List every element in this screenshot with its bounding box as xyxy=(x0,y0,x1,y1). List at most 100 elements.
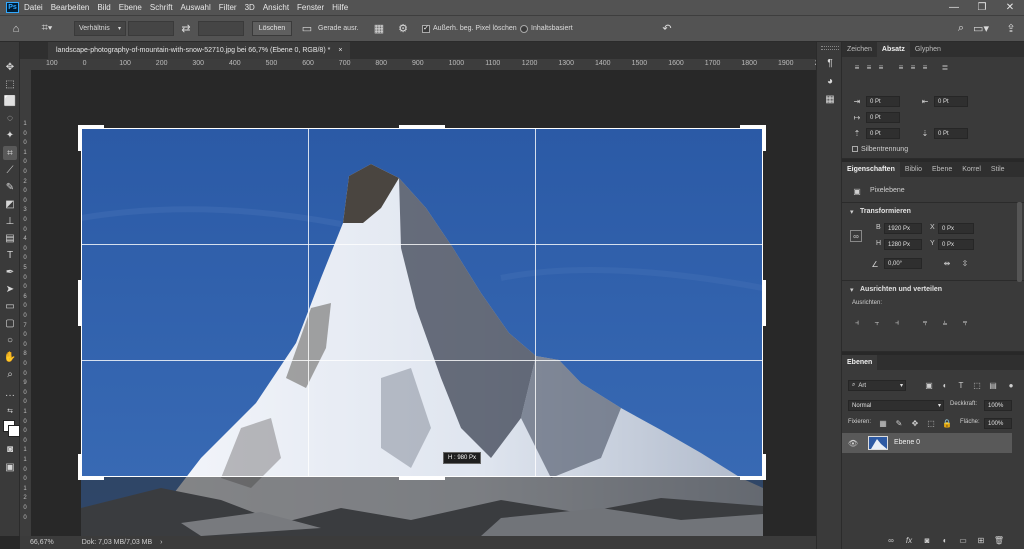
flip-vertical-icon[interactable]: ⇳ xyxy=(960,258,970,268)
filter-shape-icon[interactable]: ⬚ xyxy=(972,380,982,390)
fill-field[interactable]: 100% xyxy=(984,418,1012,429)
menu-fenster[interactable]: Fenster xyxy=(297,3,324,12)
layer-filter-select[interactable]: ⌕ Art ▾ xyxy=(848,380,906,391)
link-icon[interactable]: ∞ xyxy=(886,535,896,545)
lock-transparency-icon[interactable]: ▦ xyxy=(878,418,888,428)
hyphenation-checkbox[interactable]: Silbentrennung xyxy=(852,146,908,153)
paragraph-panel-icon[interactable]: ¶ xyxy=(823,56,837,70)
align-left-icon[interactable]: ≡ xyxy=(852,62,862,72)
ratio-select[interactable]: Verhältnis ▾ xyxy=(74,21,126,36)
menu-hilfe[interactable]: Hilfe xyxy=(332,3,348,12)
filter-adjustment-icon[interactable]: ◐ xyxy=(940,380,950,390)
ellipse-tool-icon[interactable]: ○ xyxy=(3,333,17,347)
link-dimensions-icon[interactable]: ∞ xyxy=(850,230,862,242)
swap-icon[interactable]: ⇄ xyxy=(178,21,194,36)
filter-smart-object-icon[interactable]: ▤ xyxy=(988,380,998,390)
menu-filter[interactable]: Filter xyxy=(219,3,237,12)
delete-cropped-checkbox[interactable]: ✓ Außerh. beg. Pixel löschen xyxy=(422,21,517,36)
crop-handle-left[interactable] xyxy=(78,280,82,326)
justify-center-icon[interactable]: ≡ xyxy=(908,62,918,72)
hand-tool-icon[interactable]: ✋ xyxy=(3,350,17,364)
screen-mode-icon[interactable]: ▣ xyxy=(3,460,17,474)
artboard-tool-icon[interactable]: ⬚ xyxy=(3,77,17,91)
filter-type-icon[interactable]: T xyxy=(956,380,966,390)
y-field[interactable]: 0 Px xyxy=(938,239,974,250)
home-icon[interactable]: ⌂ xyxy=(8,21,24,36)
scrollbar[interactable] xyxy=(1017,202,1022,282)
ratio-width-input[interactable] xyxy=(128,21,174,36)
crop-tool-icon[interactable]: ⌗ xyxy=(3,146,17,160)
search-icon[interactable]: ⌕ xyxy=(954,21,968,36)
menu-3d[interactable]: 3D xyxy=(245,3,255,12)
tab-biblio[interactable]: Biblio xyxy=(900,162,927,177)
tab-absatz[interactable]: Absatz xyxy=(876,42,910,57)
collapse-arrow-icon[interactable]: ▾ xyxy=(850,208,854,216)
stamp-tool-icon[interactable]: ⊥ xyxy=(3,214,17,228)
overlay-grid-icon[interactable]: ▦ xyxy=(372,21,386,36)
align-bottom-edges-icon[interactable]: ⫧ xyxy=(960,318,970,328)
background-color-swatch[interactable] xyxy=(8,425,20,437)
crop-handle-bottom-left[interactable] xyxy=(78,454,82,480)
pen-tool-icon[interactable]: ✒ xyxy=(3,265,17,279)
brush-tool-icon[interactable]: ✎ xyxy=(3,180,17,194)
mask-icon[interactable]: ◙ xyxy=(922,535,932,545)
opacity-field[interactable]: 100% xyxy=(984,400,1012,411)
eyedropper-tool-icon[interactable]: ⟋ xyxy=(3,163,17,177)
align-vertical-centers-icon[interactable]: ⫨ xyxy=(940,318,950,328)
blend-mode-select[interactable]: Normal ▾ xyxy=(848,400,944,411)
trash-icon[interactable]: 🗑 xyxy=(994,535,1004,545)
menu-datei[interactable]: Datei xyxy=(24,3,43,12)
crop-handle-right[interactable] xyxy=(762,280,766,326)
move-tool-icon[interactable]: ✥ xyxy=(3,60,17,74)
tab-korrel[interactable]: Korrel xyxy=(957,162,986,177)
flip-horizontal-icon[interactable]: ⇹ xyxy=(942,258,952,268)
menu-bild[interactable]: Bild xyxy=(97,3,110,12)
lock-position-icon[interactable]: ✥ xyxy=(910,418,920,428)
color-panel-icon[interactable]: ◕ xyxy=(823,74,837,88)
close-window-button[interactable]: ✕ xyxy=(996,2,1024,13)
space-before-field[interactable]: 0 Pt xyxy=(866,128,900,139)
filter-pixel-icon[interactable]: ▣ xyxy=(924,380,934,390)
height-field[interactable]: 1280 Px xyxy=(884,239,922,250)
layer-row[interactable]: 👁 Ebene 0 xyxy=(842,433,1012,453)
adjustment-icon[interactable]: ◐ xyxy=(940,535,950,545)
crop-handle-top-right[interactable] xyxy=(762,125,766,151)
lock-pixels-icon[interactable]: ✎ xyxy=(894,418,904,428)
crop-frame[interactable] xyxy=(81,128,763,477)
tab-stile[interactable]: Stile xyxy=(986,162,1010,177)
indent-right-field[interactable]: 0 Pt xyxy=(934,96,968,107)
marquee-tool-icon[interactable]: ⬜ xyxy=(3,94,17,108)
menu-ebene[interactable]: Ebene xyxy=(119,3,142,12)
crop-handle-top-left[interactable] xyxy=(78,125,82,151)
gradient-tool-icon[interactable]: ▤ xyxy=(3,231,17,245)
close-tab-icon[interactable]: × xyxy=(338,47,342,54)
collapse-arrow-icon[interactable]: ▾ xyxy=(850,286,854,294)
crop-tool-preset-icon[interactable]: ⌗▾ xyxy=(38,21,56,36)
new-layer-icon[interactable]: ⊞ xyxy=(976,535,986,545)
lock-all-icon[interactable]: 🔒 xyxy=(942,418,952,428)
align-right-icon[interactable]: ≡ xyxy=(876,62,886,72)
width-field[interactable]: 1920 Px xyxy=(884,223,922,234)
justify-right-icon[interactable]: ≡ xyxy=(920,62,930,72)
tab-ebene[interactable]: Ebene xyxy=(927,162,957,177)
justify-left-icon[interactable]: ≡ xyxy=(896,62,906,72)
x-field[interactable]: 0 Px xyxy=(938,223,974,234)
lock-artboard-icon[interactable]: ⬚ xyxy=(926,418,936,428)
lasso-tool-icon[interactable]: ◌ xyxy=(3,111,17,125)
fx-icon[interactable]: fx xyxy=(904,535,914,545)
tab-glyphen[interactable]: Glyphen xyxy=(910,42,946,57)
rounded-rect-tool-icon[interactable]: ▢ xyxy=(3,316,17,330)
group-icon[interactable]: ▭ xyxy=(958,535,968,545)
clear-button[interactable]: Löschen xyxy=(252,21,292,36)
visibility-eye-icon[interactable]: 👁 xyxy=(848,438,858,448)
align-top-edges-icon[interactable]: ⫧ xyxy=(920,318,930,328)
tab-zeichen[interactable]: Zeichen xyxy=(842,42,877,57)
document-tab[interactable]: landscape-photography-of-mountain-with-s… xyxy=(48,42,351,59)
eraser-tool-icon[interactable]: ◩ xyxy=(3,197,17,211)
angle-field[interactable]: 0,00° xyxy=(884,258,922,269)
quick-select-tool-icon[interactable]: ✦ xyxy=(3,128,17,142)
content-aware-checkbox[interactable]: Inhaltsbasiert xyxy=(520,21,573,36)
menu-auswahl[interactable]: Auswahl xyxy=(181,3,211,12)
align-left-edges-icon[interactable]: ⫞ xyxy=(852,318,862,328)
canvas-area[interactable]: H : 980 Px xyxy=(31,70,816,536)
